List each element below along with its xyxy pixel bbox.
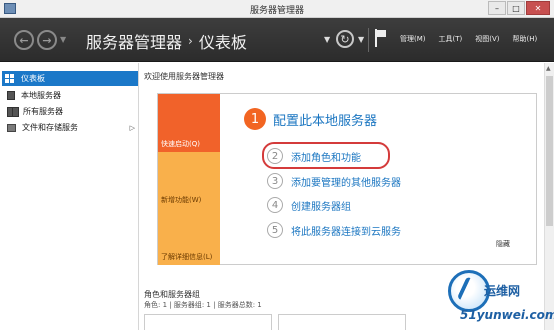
refresh-dropdown-icon[interactable]: ▼ bbox=[358, 35, 364, 44]
role-tiles bbox=[144, 314, 412, 330]
tile-label: 新增功能(W) bbox=[161, 196, 202, 204]
step-number: 5 bbox=[267, 222, 283, 238]
maximize-icon: □ bbox=[512, 3, 520, 13]
role-tile[interactable] bbox=[144, 314, 272, 330]
refresh-icon: ↻ bbox=[340, 32, 350, 46]
breadcrumb-current: 仪表板 bbox=[198, 33, 247, 52]
scroll-thumb[interactable] bbox=[546, 76, 553, 226]
header-divider bbox=[368, 28, 369, 52]
tile-label: 快速启动(Q) bbox=[161, 140, 200, 148]
step-number: 3 bbox=[267, 173, 283, 189]
watermark-site: 51yunwei.com bbox=[460, 308, 554, 322]
tile-label: 了解详细信息(L) bbox=[161, 253, 213, 261]
tile-learn-more[interactable]: 了解详细信息(L) bbox=[158, 208, 220, 265]
sidebar-item-label: 所有服务器 bbox=[23, 107, 63, 116]
menu-manage[interactable]: 管理(M) bbox=[400, 34, 426, 44]
menu-view[interactable]: 视图(V) bbox=[475, 34, 499, 44]
servers-icon bbox=[7, 107, 19, 117]
sidebar-item-label: 仪表板 bbox=[21, 74, 45, 83]
window-controls: – □ ✕ bbox=[487, 1, 550, 15]
scroll-up-icon[interactable]: ▲ bbox=[546, 65, 551, 72]
sidebar-item-label: 本地服务器 bbox=[21, 91, 61, 100]
step-link[interactable]: 配置此本地服务器 bbox=[273, 110, 377, 129]
forward-button[interactable]: → bbox=[37, 30, 57, 50]
tile-quick-start[interactable]: 快速启动(Q) bbox=[158, 94, 220, 152]
minimize-button[interactable]: – bbox=[488, 1, 506, 15]
refresh-button[interactable]: ↻ bbox=[336, 30, 354, 48]
sidebar-item-label: 文件和存储服务 bbox=[22, 123, 78, 132]
welcome-title: 欢迎使用服务器管理器 bbox=[144, 72, 224, 81]
forward-arrow-icon: → bbox=[42, 33, 52, 47]
menu-bar: 管理(M) 工具(T) 视图(V) 帮助(H) bbox=[400, 34, 550, 44]
step-configure-local-server[interactable]: 1 配置此本地服务器 bbox=[244, 108, 377, 130]
dashboard-icon bbox=[5, 74, 15, 83]
minimize-icon: – bbox=[495, 3, 499, 13]
step-number-badge: 1 bbox=[244, 108, 266, 130]
sidebar-item-all-servers[interactable]: 所有服务器 bbox=[4, 104, 139, 119]
chevron-down-icon[interactable]: ▼ bbox=[324, 35, 330, 44]
sidebar-item-file-storage[interactable]: 文件和存储服务 ▷ bbox=[4, 120, 139, 135]
menu-tools[interactable]: 工具(T) bbox=[439, 34, 463, 44]
chevron-right-icon[interactable]: ▷ bbox=[130, 124, 135, 132]
close-button[interactable]: ✕ bbox=[526, 1, 550, 15]
step-create-server-group[interactable]: 4 创建服务器组 bbox=[267, 197, 351, 213]
storage-icon bbox=[7, 123, 16, 132]
breadcrumb: 服务器管理器 › 仪表板 bbox=[86, 29, 247, 53]
watermark-brand: 运维网 bbox=[484, 284, 521, 298]
app-header: ← → ▼ 服务器管理器 › 仪表板 ▼ ↻ ▼ 管理(M) 工具(T) 视图(… bbox=[0, 18, 554, 62]
history-dropdown-icon[interactable]: ▼ bbox=[60, 35, 66, 44]
step-add-servers[interactable]: 3 添加要管理的其他服务器 bbox=[267, 173, 401, 189]
sidebar: 仪表板 本地服务器 所有服务器 文件和存储服务 ▷ bbox=[0, 63, 139, 330]
step-number: 2 bbox=[267, 148, 283, 164]
back-button[interactable]: ← bbox=[14, 30, 34, 50]
sidebar-item-local-server[interactable]: 本地服务器 bbox=[4, 88, 139, 103]
step-link[interactable]: 添加角色和功能 bbox=[291, 149, 361, 164]
tile-whats-new[interactable]: 新增功能(W) bbox=[158, 152, 220, 208]
role-tile[interactable] bbox=[278, 314, 406, 330]
step-link[interactable]: 添加要管理的其他服务器 bbox=[291, 174, 401, 189]
server-icon bbox=[7, 91, 15, 100]
maximize-button[interactable]: □ bbox=[507, 1, 525, 15]
breadcrumb-separator: › bbox=[188, 34, 193, 48]
step-connect-cloud[interactable]: 5 将此服务器连接到云服务 bbox=[267, 222, 401, 238]
menu-help[interactable]: 帮助(H) bbox=[513, 34, 538, 44]
watermark-logo: 运维网 51yunwei.com bbox=[446, 268, 554, 330]
notifications-flag-icon[interactable] bbox=[374, 29, 388, 47]
window-titlebar: 服务器管理器 – □ ✕ bbox=[0, 0, 554, 18]
welcome-card: 快速启动(Q) 新增功能(W) 了解详细信息(L) 1 配置此本地服务器 2 添… bbox=[157, 93, 537, 265]
roles-summary: 角色: 1 | 服务器组: 1 | 服务器总数: 1 bbox=[144, 301, 262, 309]
step-link[interactable]: 创建服务器组 bbox=[291, 198, 351, 213]
back-arrow-icon: ← bbox=[19, 33, 29, 47]
roles-section-title: 角色和服务器组 bbox=[144, 290, 200, 299]
step-add-roles-features[interactable]: 2 添加角色和功能 bbox=[267, 148, 361, 164]
sidebar-item-dashboard[interactable]: 仪表板 bbox=[2, 71, 138, 86]
close-icon: ✕ bbox=[534, 3, 542, 13]
step-link[interactable]: 将此服务器连接到云服务 bbox=[291, 223, 401, 238]
window-title: 服务器管理器 bbox=[249, 6, 304, 16]
step-number: 4 bbox=[267, 197, 283, 213]
hide-link[interactable]: 隐藏 bbox=[496, 239, 510, 249]
breadcrumb-root[interactable]: 服务器管理器 bbox=[86, 29, 182, 53]
